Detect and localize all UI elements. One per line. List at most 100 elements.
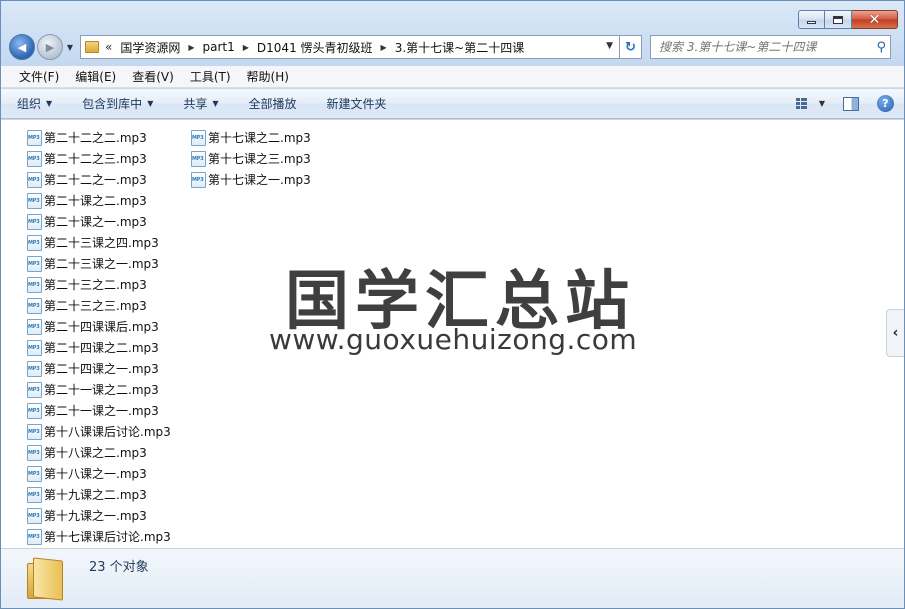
file-item[interactable]: 第二十一课之二.mp3 xyxy=(27,379,171,400)
mp3-file-icon xyxy=(191,129,206,146)
file-name: 第二十四课之一.mp3 xyxy=(44,362,159,376)
new-folder-button[interactable]: 新建文件夹 xyxy=(327,95,387,112)
file-item[interactable]: 第二十课之二.mp3 xyxy=(27,190,171,211)
file-item[interactable]: 第十八课之二.mp3 xyxy=(27,442,171,463)
mp3-file-icon xyxy=(27,507,42,524)
search-input[interactable] xyxy=(659,40,877,54)
file-item[interactable]: 第二十三课之四.mp3 xyxy=(27,232,171,253)
file-list-area[interactable]: 第二十二之二.mp3 第二十二之三.mp3 第二十二之一.mp3 第二十课之二.mp3… xyxy=(1,120,904,548)
file-item[interactable]: 第十七课课后讨论.mp3 xyxy=(27,526,171,547)
view-options-dropdown-icon[interactable]: ▼ xyxy=(819,99,825,108)
mp3-file-icon xyxy=(191,171,206,188)
close-icon: ✕ xyxy=(868,11,881,28)
file-name: 第十八课课后讨论.mp3 xyxy=(44,425,171,439)
play-all-label: 全部播放 xyxy=(248,97,297,111)
mp3-file-icon xyxy=(27,192,42,209)
refresh-icon: ↻ xyxy=(625,39,636,55)
refresh-button[interactable]: ↻ xyxy=(620,35,642,59)
new-folder-label: 新建文件夹 xyxy=(326,97,387,111)
menu-file[interactable]: 文件(F) xyxy=(11,68,67,85)
mp3-file-icon xyxy=(27,339,42,356)
maximize-button[interactable] xyxy=(825,10,852,29)
file-name: 第十九课之一.mp3 xyxy=(44,509,147,523)
explorer-window: ✕ ◀ ▶ ▼ « 国学资源网 ▶ part1 ▶ D1041 愣头青初级班 ▶… xyxy=(0,0,905,609)
menu-view[interactable]: 查看(V) xyxy=(124,68,182,85)
file-item[interactable]: 第十八课之一.mp3 xyxy=(27,463,171,484)
file-item[interactable]: 第十九课之一.mp3 xyxy=(27,505,171,526)
breadcrumb-overflow[interactable]: « xyxy=(105,40,112,54)
maximize-icon xyxy=(833,15,843,24)
chevron-down-icon: ▼ xyxy=(147,99,154,108)
breadcrumb-item[interactable]: part1 xyxy=(203,40,235,54)
search-icon[interactable]: ⚲ xyxy=(876,40,886,55)
forward-button[interactable]: ▶ xyxy=(37,34,63,60)
recent-pages-dropdown[interactable]: ▼ xyxy=(64,43,76,52)
file-item[interactable]: 第二十一课之一.mp3 xyxy=(27,400,171,421)
help-glyph: ? xyxy=(882,97,889,110)
mp3-file-icon xyxy=(191,150,206,167)
menu-help[interactable]: 帮助(H) xyxy=(239,68,297,85)
arrow-right-icon: ▶ xyxy=(45,40,55,54)
navigation-row: ◀ ▶ ▼ « 国学资源网 ▶ part1 ▶ D1041 愣头青初级班 ▶ 3… xyxy=(9,34,896,60)
file-item[interactable]: 第十九课之二.mp3 xyxy=(27,484,171,505)
play-all-button[interactable]: 全部播放 xyxy=(249,95,297,112)
file-name: 第二十一课之一.mp3 xyxy=(44,404,159,418)
chevron-down-icon: ▼ xyxy=(66,42,74,52)
address-bar[interactable]: « 国学资源网 ▶ part1 ▶ D1041 愣头青初级班 ▶ 3.第十七课~… xyxy=(80,35,620,59)
minimize-button[interactable] xyxy=(798,10,825,29)
organize-button[interactable]: 组织 ▼ xyxy=(17,95,52,112)
breadcrumb-item[interactable]: 国学资源网 xyxy=(120,39,180,56)
file-name: 第二十一课之二.mp3 xyxy=(44,383,159,397)
mp3-file-icon xyxy=(27,213,42,230)
file-item[interactable]: 第二十三课之一.mp3 xyxy=(27,253,171,274)
file-item[interactable]: 第二十二之一.mp3 xyxy=(27,169,171,190)
mp3-file-icon xyxy=(27,255,42,272)
command-bar: 组织 ▼ 包含到库中 ▼ 共享 ▼ 全部播放 新建文件夹 ▼ ? xyxy=(1,89,904,119)
file-item[interactable]: 第十七课之三.mp3 xyxy=(191,148,311,169)
file-item[interactable]: 第二十三之三.mp3 xyxy=(27,295,171,316)
breadcrumb-separator-icon[interactable]: ▶ xyxy=(188,43,194,52)
back-button[interactable]: ◀ xyxy=(9,34,35,60)
file-item[interactable]: 第十七课之一.mp3 xyxy=(191,169,311,190)
file-name: 第二十三课之四.mp3 xyxy=(44,236,159,250)
breadcrumb-separator-icon[interactable]: ▶ xyxy=(243,43,249,52)
mp3-file-icon xyxy=(27,276,42,293)
include-in-library-button[interactable]: 包含到库中 ▼ xyxy=(82,95,153,112)
side-panel-toggle[interactable]: ‹ xyxy=(886,309,904,357)
file-item[interactable]: 第二十二之三.mp3 xyxy=(27,148,171,169)
help-icon[interactable]: ? xyxy=(877,95,894,112)
share-button[interactable]: 共享 ▼ xyxy=(183,95,218,112)
include-in-library-label: 包含到库中 xyxy=(82,97,143,111)
file-name: 第二十三之三.mp3 xyxy=(44,299,147,313)
item-count: 23 个对象 xyxy=(89,560,149,575)
file-name: 第十八课之二.mp3 xyxy=(44,446,147,460)
change-view-icon[interactable] xyxy=(795,98,807,109)
breadcrumb-item[interactable]: D1041 愣头青初级班 xyxy=(257,39,373,56)
file-item[interactable]: 第十八课课后讨论.mp3 xyxy=(27,421,171,442)
file-name: 第二十三课之一.mp3 xyxy=(44,257,159,271)
close-button[interactable]: ✕ xyxy=(852,10,898,29)
file-name: 第十七课之二.mp3 xyxy=(208,131,311,145)
mp3-file-icon xyxy=(27,423,42,440)
file-item[interactable]: 第二十三之二.mp3 xyxy=(27,274,171,295)
file-item[interactable]: 第二十四课课后.mp3 xyxy=(27,316,171,337)
mp3-file-icon xyxy=(27,171,42,188)
file-column: 第十七课之二.mp3 第十七课之三.mp3 第十七课之一.mp3 xyxy=(191,127,311,190)
file-item[interactable]: 第二十课之一.mp3 xyxy=(27,211,171,232)
folder-icon xyxy=(85,41,99,53)
file-item[interactable]: 第二十四课之一.mp3 xyxy=(27,358,171,379)
search-box[interactable]: ⚲ xyxy=(650,35,891,59)
file-item[interactable]: 第十七课之二.mp3 xyxy=(191,127,311,148)
menu-edit[interactable]: 编辑(E) xyxy=(67,68,124,85)
file-name: 第二十二之一.mp3 xyxy=(44,173,147,187)
menu-tools[interactable]: 工具(T) xyxy=(182,68,239,85)
preview-pane-icon[interactable] xyxy=(843,96,859,111)
details-pane: 23 个对象 xyxy=(1,548,904,608)
file-item[interactable]: 第二十四课之二.mp3 xyxy=(27,337,171,358)
address-dropdown-icon[interactable]: ▼ xyxy=(606,41,613,51)
breadcrumb-item[interactable]: 3.第十七课~第二十四课 xyxy=(395,39,525,56)
minimize-icon xyxy=(807,21,816,24)
file-item[interactable]: 第二十二之二.mp3 xyxy=(27,127,171,148)
breadcrumb-separator-icon[interactable]: ▶ xyxy=(381,43,387,52)
chevron-left-icon: ‹ xyxy=(892,325,899,341)
